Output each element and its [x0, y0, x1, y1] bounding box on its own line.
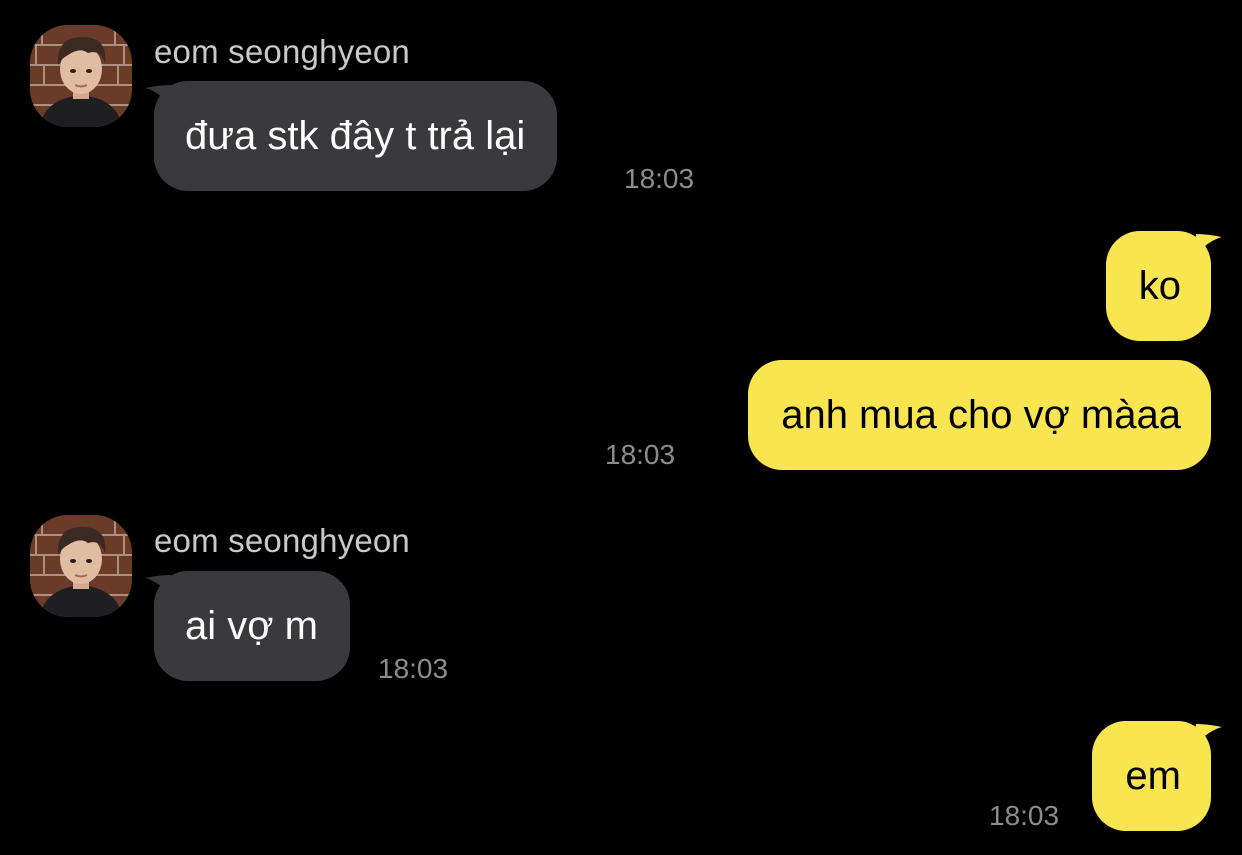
sender-avatar[interactable]: [30, 515, 132, 617]
message-bubble-incoming[interactable]: đưa stk đây t trả lại: [154, 81, 558, 191]
message-bubble-outgoing[interactable]: ko: [1105, 231, 1211, 341]
profile-photo-icon: [30, 515, 132, 617]
message-bubble-outgoing[interactable]: anh mua cho vợ màaa: [748, 360, 1211, 470]
message-bubble-outgoing[interactable]: em: [1092, 721, 1211, 831]
sender-avatar[interactable]: [30, 25, 132, 127]
message-timestamp: 18:03: [605, 439, 676, 470]
message-timestamp: 18:03: [378, 653, 449, 684]
profile-photo-icon: [30, 25, 132, 127]
message-timestamp: 18:03: [624, 163, 695, 194]
sender-name: eom seonghyeon: [154, 33, 410, 70]
sender-name: eom seonghyeon: [154, 522, 410, 559]
message-bubble-incoming[interactable]: ai vợ m: [154, 571, 350, 681]
message-timestamp: 18:03: [989, 800, 1060, 831]
